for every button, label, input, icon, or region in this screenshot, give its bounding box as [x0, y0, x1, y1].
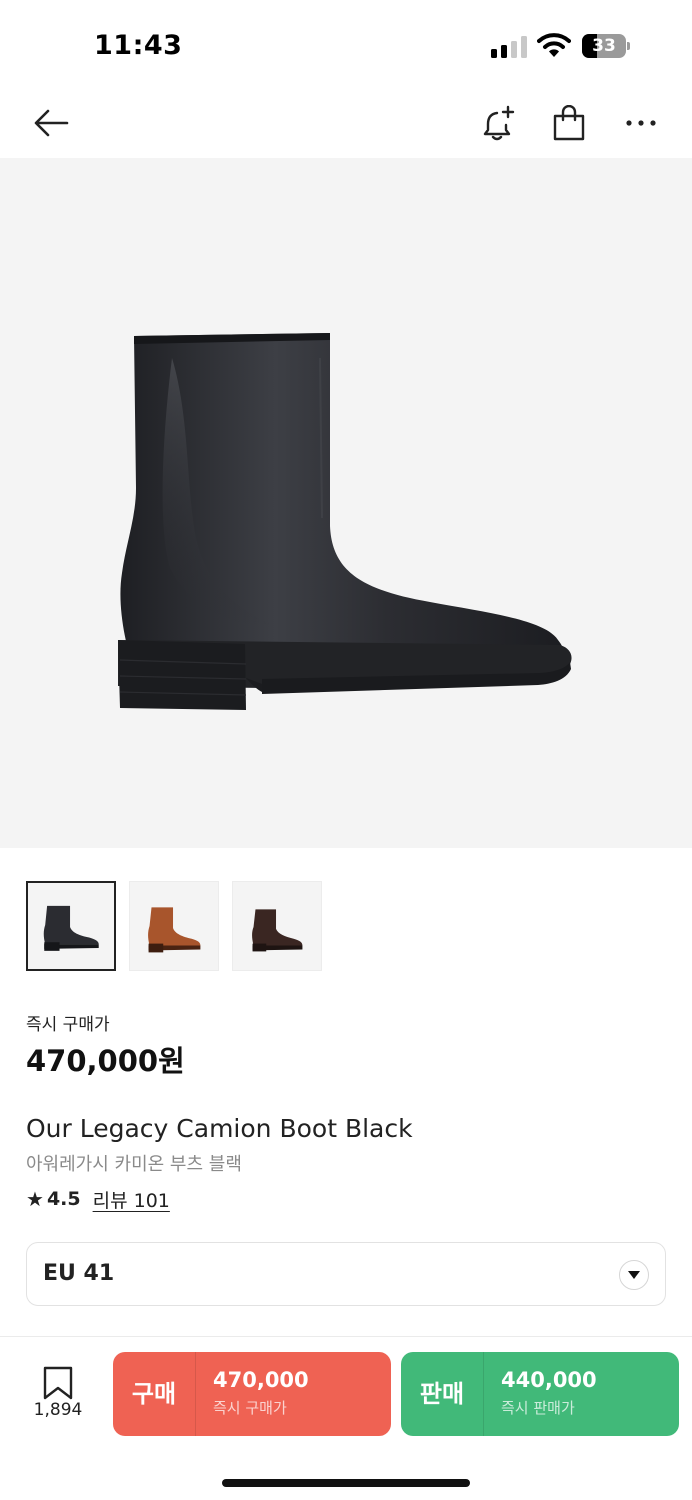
- thumbnail-dark-brown[interactable]: [232, 881, 322, 971]
- sell-label: 판매: [419, 1380, 465, 1408]
- cellular-signal-icon: [491, 36, 527, 58]
- buy-button[interactable]: 구매 470,000 즉시 구매가: [113, 1352, 391, 1436]
- boot-brown-thumbnail: [148, 907, 201, 953]
- bookmark-icon: [43, 1366, 73, 1400]
- buy-divider: [195, 1352, 196, 1436]
- arrow-left-icon: [34, 109, 69, 137]
- bottom-divider: [0, 1336, 692, 1337]
- battery-icon: 33: [582, 34, 630, 58]
- restock-alert-button[interactable]: [474, 98, 524, 148]
- reviews-link[interactable]: 리뷰 101: [93, 1186, 170, 1213]
- thumbnail-brown[interactable]: [129, 881, 219, 971]
- rating-row: ★ 4.5 리뷰 101: [26, 1185, 170, 1213]
- black-leather-boot-image: [118, 333, 572, 710]
- product-name-korean: 아워레가시 카미온 부츠 블랙: [26, 1154, 242, 1175]
- status-time: 11:43: [94, 30, 183, 61]
- price-label: 즉시 구매가: [26, 1015, 110, 1035]
- rating-score: 4.5: [46, 1188, 81, 1210]
- product-name: Our Legacy Camion Boot Black: [26, 1114, 413, 1143]
- nav-bar: [0, 90, 692, 158]
- boot-black-thumbnail: [43, 905, 99, 951]
- more-button[interactable]: [616, 98, 666, 148]
- star-icon: ★: [26, 1187, 44, 1211]
- product-hero-image[interactable]: [0, 158, 692, 848]
- sell-price-label: 즉시 판매가: [501, 1399, 575, 1417]
- bell-plus-icon: [483, 105, 515, 141]
- thumbnail-black[interactable]: [26, 881, 116, 971]
- shopping-bag-icon: [553, 105, 585, 141]
- buy-price: 470,000: [213, 1368, 309, 1392]
- buy-label: 구매: [131, 1380, 177, 1408]
- sell-divider: [483, 1352, 484, 1436]
- price-value: 470,000원: [26, 1044, 185, 1078]
- chevron-down-icon: [619, 1260, 649, 1290]
- size-select[interactable]: EU 41: [26, 1242, 666, 1306]
- size-value: EU 41: [43, 1261, 115, 1286]
- bookmark-count: 1,894: [33, 1400, 83, 1420]
- boot-dark-brown-thumbnail: [252, 909, 303, 952]
- back-button[interactable]: [26, 98, 76, 148]
- more-horizontal-icon: [626, 120, 656, 126]
- sell-price: 440,000: [501, 1368, 597, 1392]
- status-bar: 11:43 33: [0, 0, 692, 90]
- buy-price-label: 즉시 구매가: [213, 1399, 287, 1417]
- bookmark-button[interactable]: 1,894: [22, 1360, 94, 1430]
- sell-button[interactable]: 판매 440,000 즉시 판매가: [401, 1352, 679, 1436]
- wifi-icon: [537, 32, 571, 58]
- home-indicator: [222, 1479, 470, 1487]
- battery-level: 33: [592, 36, 616, 56]
- cart-button[interactable]: [544, 98, 594, 148]
